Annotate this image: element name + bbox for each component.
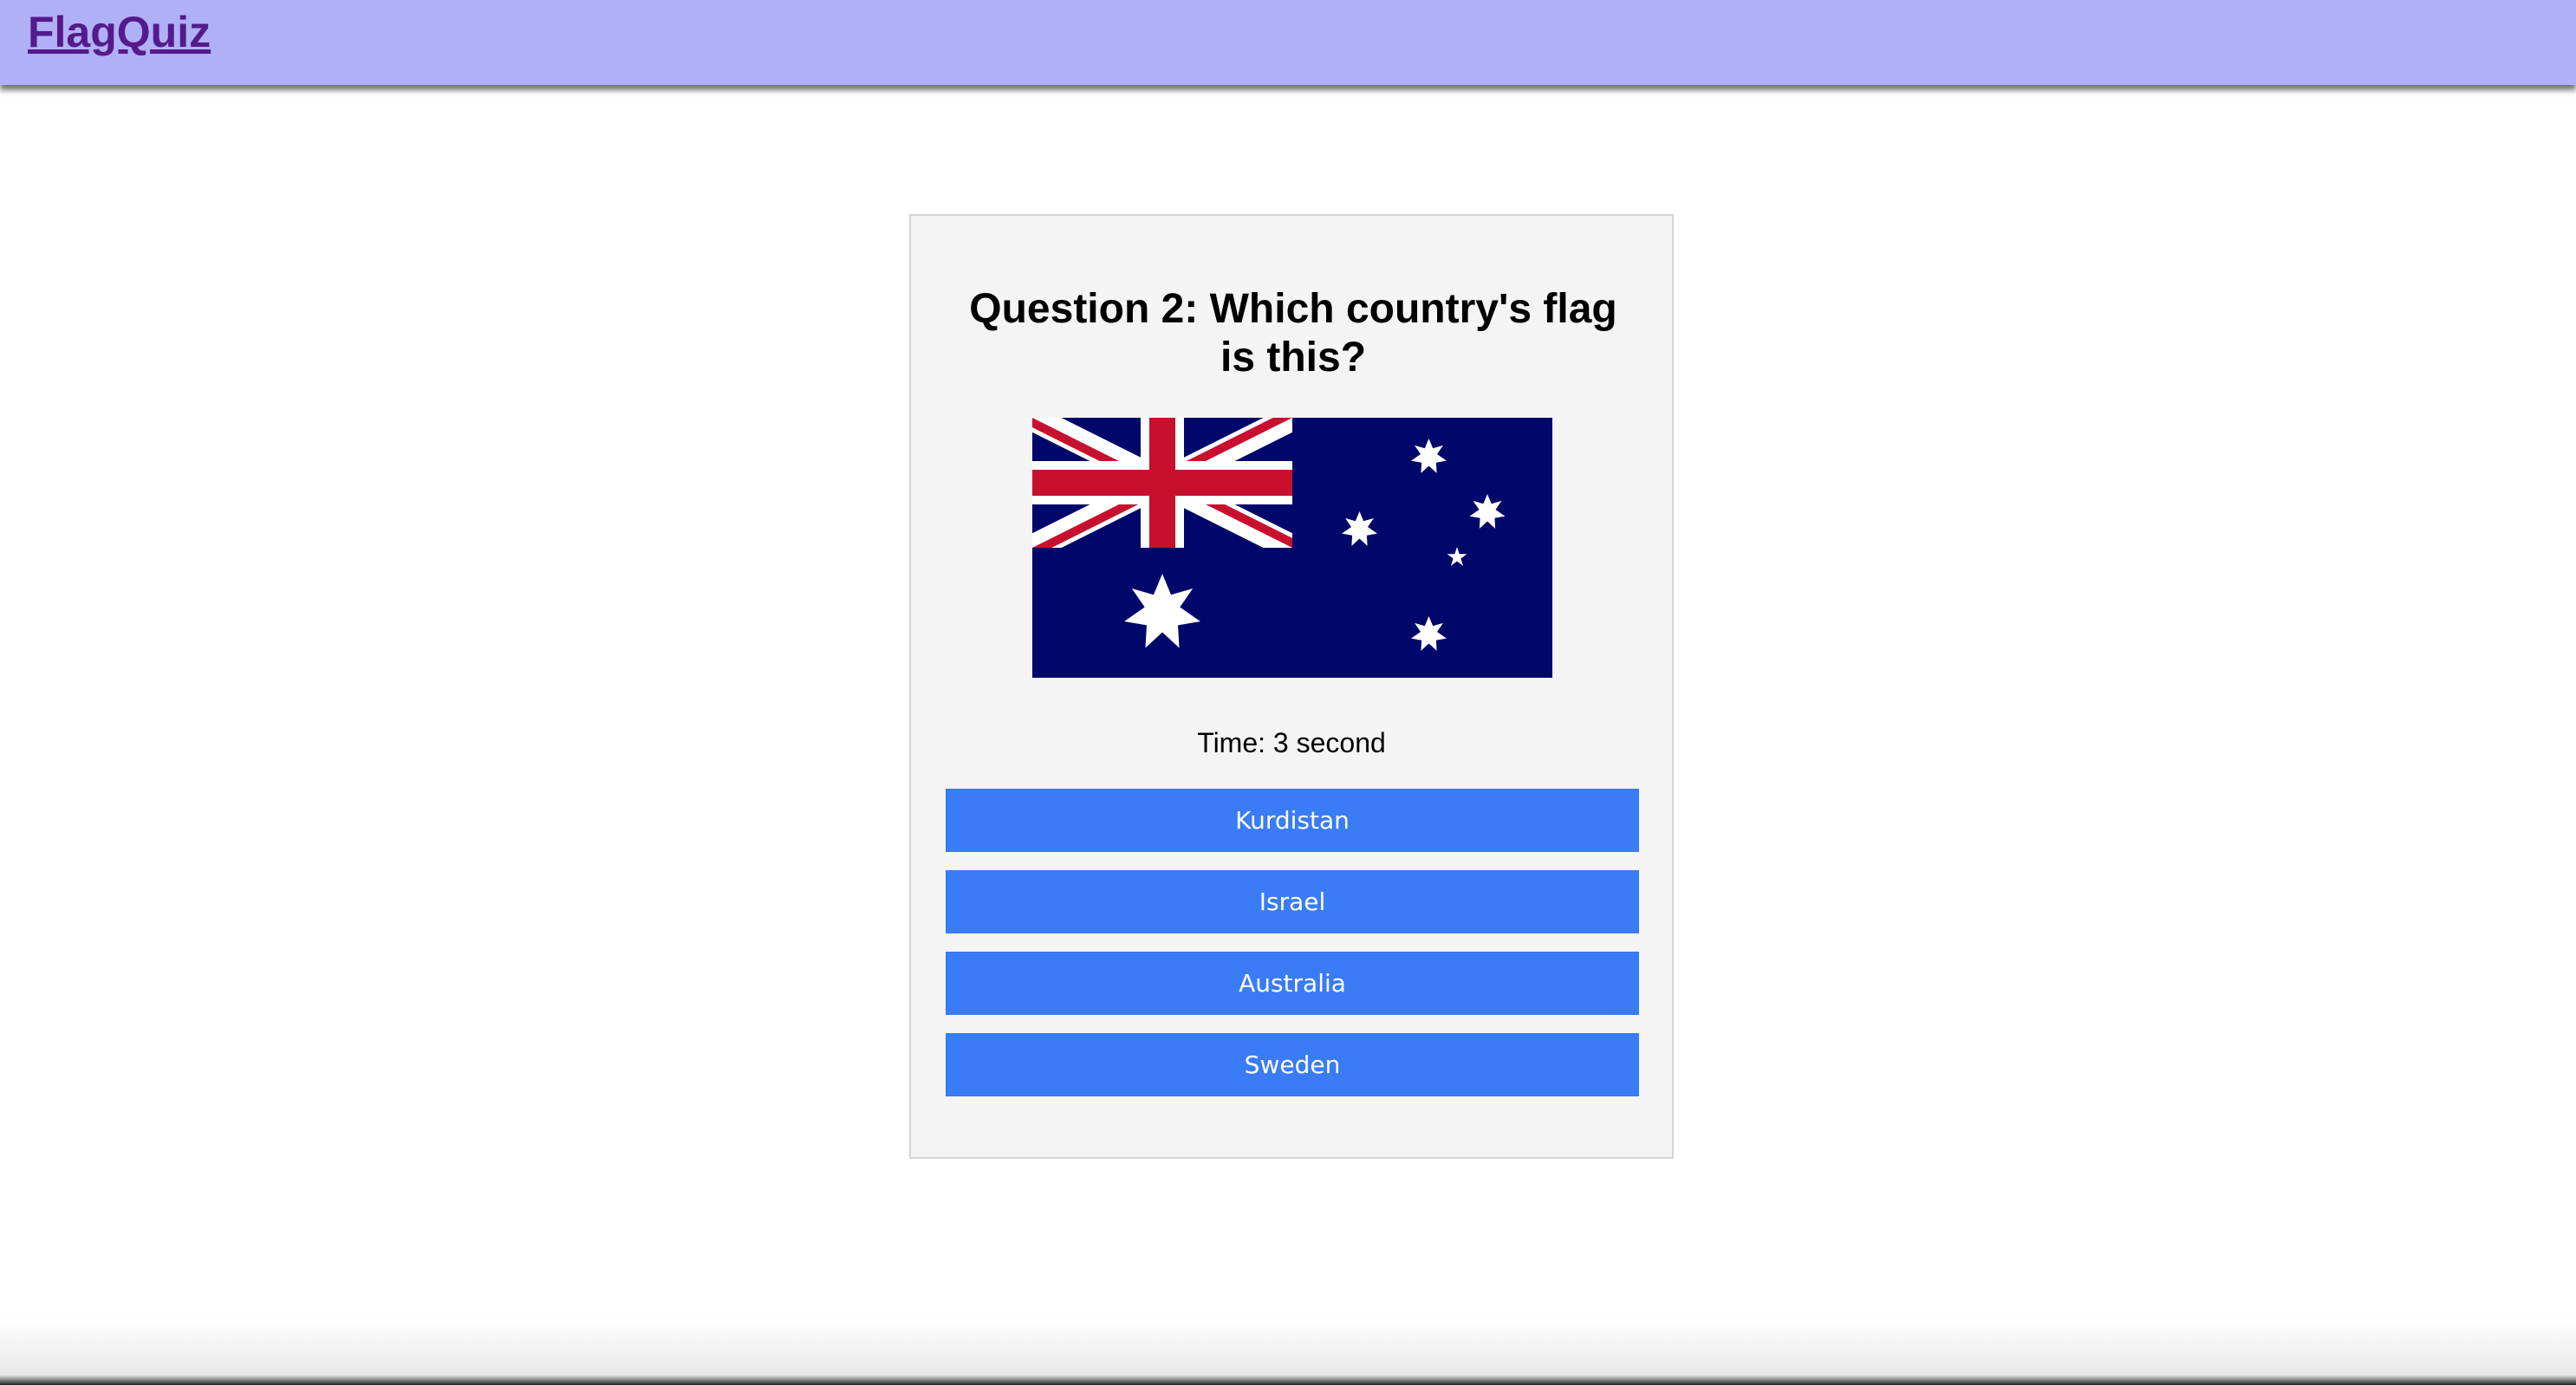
timer-text: Time: 3 second — [1197, 727, 1386, 758]
quiz-card: Question 2: Which country's flag is this… — [909, 214, 1674, 1159]
logo-link[interactable]: FlagQuiz — [28, 7, 211, 57]
answer-button-sweden[interactable]: Sweden — [946, 1033, 1639, 1096]
window-bottom-edge — [0, 1317, 2576, 1385]
answer-button-israel[interactable]: Israel — [946, 870, 1639, 933]
answer-button-kurdistan[interactable]: Kurdistan — [946, 789, 1639, 852]
flag-image — [1032, 418, 1552, 678]
top-nav-bar: FlagQuiz — [0, 0, 2576, 85]
answer-button-australia[interactable]: Australia — [946, 952, 1639, 1015]
question-title: Question 2: Which country's flag is this… — [969, 286, 1617, 380]
